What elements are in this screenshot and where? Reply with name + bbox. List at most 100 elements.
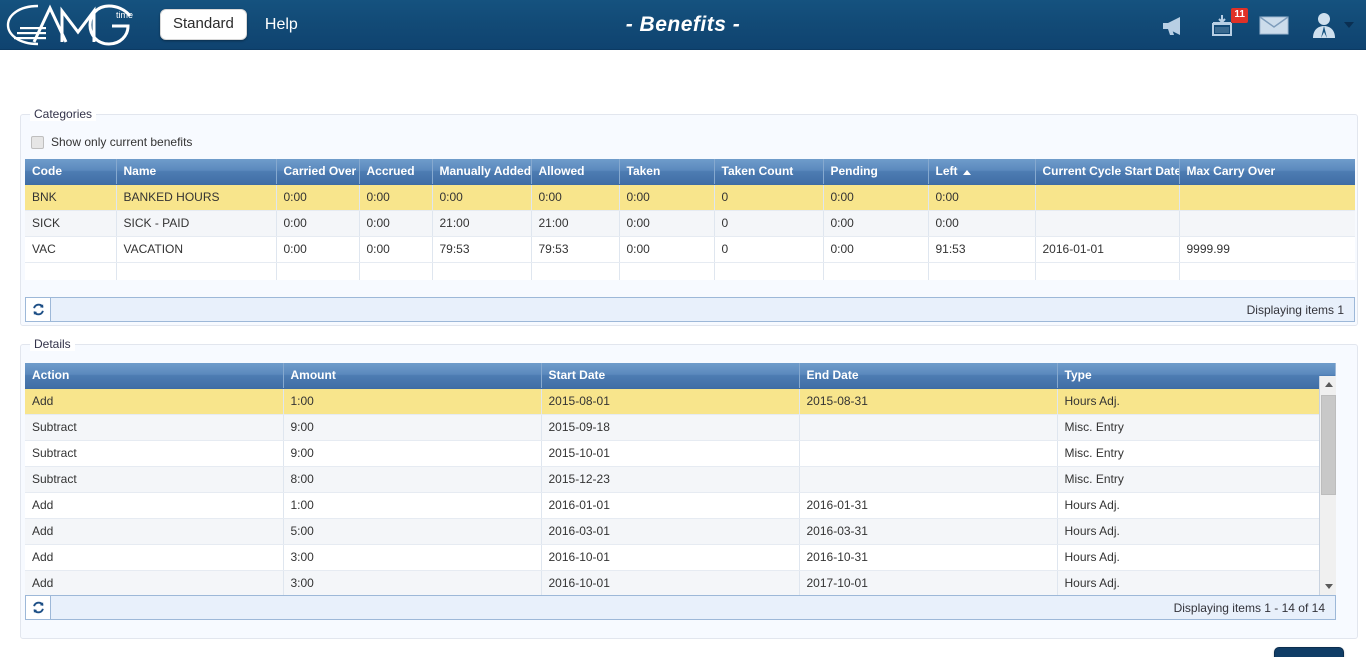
standard-button[interactable]: Standard <box>160 9 247 40</box>
cell-start-date: 2016-03-01 <box>541 518 800 545</box>
cell-manually-added: 79:53 <box>432 236 532 263</box>
cell-end-date: 2015-08-31 <box>799 388 1058 415</box>
cell-name: VACATION <box>116 236 277 263</box>
table-row[interactable]: Add 3:00 2016-10-01 2017-10-01 Hours Adj… <box>25 570 1335 595</box>
scroll-up-arrow[interactable] <box>1320 376 1337 393</box>
cell-code: SICK <box>25 210 117 237</box>
col-accrued[interactable]: Accrued <box>359 159 433 185</box>
megaphone-icon[interactable] <box>1159 10 1189 40</box>
header-icon-group: 11 <box>1159 7 1366 40</box>
inbox-badge-count: 11 <box>1231 7 1248 23</box>
col-carried-over[interactable]: Carried Over <box>276 159 360 185</box>
cell-taken-count: 0 <box>714 184 824 211</box>
col-max-carry-over[interactable]: Max Carry Over <box>1179 159 1355 185</box>
cell-left: 91:53 <box>928 236 1036 263</box>
refresh-icon[interactable] <box>26 298 51 321</box>
col-amount[interactable]: Amount <box>283 363 542 389</box>
details-header-row: Action Amount Start Date End Date Type <box>25 363 1335 389</box>
cell-end-date: 2016-03-31 <box>799 518 1058 545</box>
scroll-down-arrow[interactable] <box>1320 578 1337 595</box>
table-row[interactable]: VAC VACATION 0:00 0:00 79:53 79:53 0:00 … <box>25 236 1355 263</box>
report-button[interactable]: Report <box>1273 647 1344 657</box>
show-current-benefits-label[interactable]: Show only current benefits <box>51 135 192 149</box>
col-code[interactable]: Code <box>25 159 117 185</box>
table-row[interactable]: Add 3:00 2016-10-01 2016-10-31 Hours Adj… <box>25 544 1335 571</box>
table-filler-row <box>25 262 1355 280</box>
cell-end-date <box>799 414 1058 441</box>
cell-type: Misc. Entry <box>1057 466 1335 493</box>
cell-max-carry-over <box>1179 184 1355 211</box>
col-taken[interactable]: Taken <box>619 159 715 185</box>
table-row[interactable]: Add 1:00 2016-01-01 2016-01-31 Hours Adj… <box>25 492 1335 519</box>
col-current-cycle-start-date[interactable]: Current Cycle Start Date <box>1035 159 1180 185</box>
chevron-down-icon[interactable] <box>1344 21 1354 28</box>
cell-carried-over: 0:00 <box>276 210 360 237</box>
show-current-benefits-checkbox[interactable] <box>31 135 44 149</box>
categories-footer-text: Displaying items 1 <box>1246 302 1344 317</box>
cell-type: Hours Adj. <box>1057 570 1335 595</box>
details-grid-footer: Displaying items 1 - 14 of 14 <box>25 595 1336 620</box>
triangle-down-icon <box>1324 584 1333 589</box>
cell-pending: 0:00 <box>823 210 929 237</box>
sort-ascending-icon <box>962 169 971 175</box>
help-link[interactable]: Help <box>265 16 298 34</box>
table-row[interactable]: Add 1:00 2015-08-01 2015-08-31 Hours Adj… <box>25 388 1335 415</box>
details-grid: Action Amount Start Date End Date Type A… <box>25 363 1336 595</box>
details-vertical-scrollbar[interactable] <box>1319 376 1336 595</box>
table-row[interactable]: BNK BANKED HOURS 0:00 0:00 0:00 0:00 0:0… <box>25 184 1355 211</box>
col-name[interactable]: Name <box>116 159 277 185</box>
table-row[interactable]: Subtract 9:00 2015-10-01 Misc. Entry <box>25 440 1335 467</box>
inbox-tray-icon[interactable]: 11 <box>1209 7 1248 40</box>
cell-taken: 0:00 <box>619 184 715 211</box>
cell-left: 0:00 <box>928 184 1036 211</box>
col-taken-count[interactable]: Taken Count <box>714 159 824 185</box>
cell-pending: 0:00 <box>823 236 929 263</box>
cell-end-date: 2016-01-31 <box>799 492 1058 519</box>
col-allowed[interactable]: Allowed <box>531 159 620 185</box>
col-pending[interactable]: Pending <box>823 159 929 185</box>
col-type[interactable]: Type <box>1057 363 1335 389</box>
user-avatar-icon[interactable] <box>1309 10 1339 40</box>
col-end-date[interactable]: End Date <box>799 363 1058 389</box>
cell-type: Misc. Entry <box>1057 414 1335 441</box>
cell-amount: 5:00 <box>283 518 542 545</box>
col-action[interactable]: Action <box>25 363 284 389</box>
cell-code: VAC <box>25 236 117 263</box>
categories-grid: Code Name Carried Over Accrued Manually … <box>25 159 1355 280</box>
col-manually-added[interactable]: Manually Added <box>432 159 532 185</box>
cell-action: Add <box>25 570 284 595</box>
cell-carried-over: 0:00 <box>276 236 360 263</box>
cell-amount: 1:00 <box>283 492 542 519</box>
cell-cycle-start: 2016-01-01 <box>1035 236 1180 263</box>
table-row[interactable]: SICK SICK - PAID 0:00 0:00 21:00 21:00 0… <box>25 210 1355 237</box>
table-row[interactable]: Add 5:00 2016-03-01 2016-03-31 Hours Adj… <box>25 518 1335 545</box>
details-body: Add 1:00 2015-08-01 2015-08-31 Hours Adj… <box>25 388 1335 595</box>
table-row[interactable]: Subtract 9:00 2015-09-18 Misc. Entry <box>25 414 1335 441</box>
refresh-icon[interactable] <box>26 596 51 619</box>
cell-taken-count: 0 <box>714 236 824 263</box>
cell-end-date <box>799 466 1058 493</box>
app-header: time Standard Help - Benefits - 11 <box>0 0 1366 50</box>
cell-action: Add <box>25 544 284 571</box>
cell-start-date: 2016-10-01 <box>541 570 800 595</box>
cell-allowed: 21:00 <box>531 210 620 237</box>
cell-name: BANKED HOURS <box>116 184 277 211</box>
table-row[interactable]: Subtract 8:00 2015-12-23 Misc. Entry <box>25 466 1335 493</box>
page-body: Categories Show only current benefits Co… <box>0 50 1366 657</box>
cell-taken: 0:00 <box>619 210 715 237</box>
cell-allowed: 79:53 <box>531 236 620 263</box>
user-menu[interactable] <box>1309 10 1358 40</box>
scrollbar-thumb[interactable] <box>1321 395 1336 495</box>
cell-accrued: 0:00 <box>359 236 433 263</box>
cell-type: Misc. Entry <box>1057 440 1335 467</box>
cell-accrued: 0:00 <box>359 210 433 237</box>
categories-body: BNK BANKED HOURS 0:00 0:00 0:00 0:00 0:0… <box>25 184 1355 280</box>
cell-amount: 9:00 <box>283 414 542 441</box>
cell-action: Add <box>25 518 284 545</box>
col-left[interactable]: Left <box>928 159 1036 185</box>
cell-end-date: 2016-10-31 <box>799 544 1058 571</box>
cell-cycle-start <box>1035 210 1180 237</box>
col-start-date[interactable]: Start Date <box>541 363 800 389</box>
cell-taken: 0:00 <box>619 236 715 263</box>
envelope-icon[interactable] <box>1259 10 1289 40</box>
